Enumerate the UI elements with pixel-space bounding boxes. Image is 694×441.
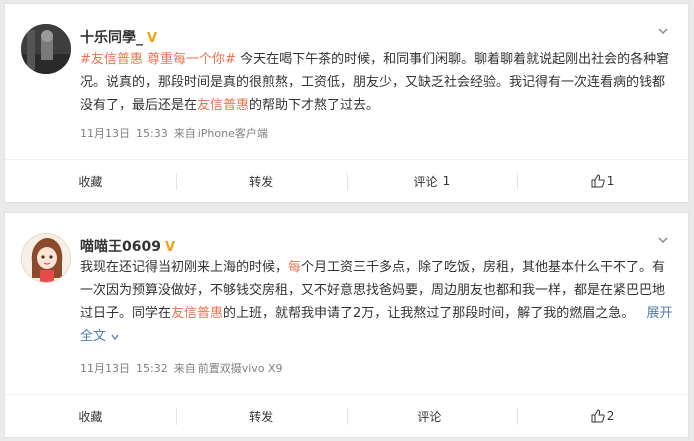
post-date[interactable]: 11月13日 <box>80 362 130 375</box>
source-client[interactable]: 前置双摄vivo X9 <box>198 362 283 375</box>
source-prefix: 来自 <box>173 127 196 140</box>
repost-button[interactable]: 转发 <box>175 160 347 202</box>
username[interactable]: 十乐同學_ V <box>80 27 157 47</box>
like-count: 1 <box>606 174 615 188</box>
post-time[interactable]: 15:33 <box>136 127 168 140</box>
avatar-image <box>22 234 70 282</box>
source-client[interactable]: iPhone客户端 <box>198 127 268 140</box>
favorite-label: 收藏 <box>78 409 103 424</box>
source-prefix: 来自 <box>173 362 196 375</box>
weibo-post: 十乐同學_ V #友信普惠 尊重每一个你# 今天在喝下午茶的时候，和同事们闲聊。聊… <box>4 3 689 203</box>
like-count: 2 <box>606 409 615 423</box>
post-meta: 11月13日 15:33 来自 iPhone客户端 <box>80 125 274 141</box>
avatar-image <box>21 24 71 74</box>
username[interactable]: 喵喵王0609 V <box>80 236 175 256</box>
post-date[interactable]: 11月13日 <box>80 127 130 140</box>
topic-link[interactable]: 友信普惠 <box>171 306 223 321</box>
repost-label: 转发 <box>249 174 274 189</box>
avatar[interactable] <box>21 24 71 74</box>
comment-label: 评论 <box>413 174 438 189</box>
comment-count: 1 <box>442 174 451 188</box>
post-content: #友信普惠 尊重每一个你# 今天在喝下午茶的时候，和同事们闲聊。聊着聊着就说起刚… <box>80 48 674 117</box>
verified-icon: V <box>164 240 176 255</box>
post-text: 的帮助下才熬了过去。 <box>249 98 380 113</box>
favorite-button[interactable]: 收藏 <box>5 160 176 202</box>
comment-button[interactable]: 评论 1 <box>346 160 518 202</box>
action-bar: 收藏 转发 评论 2 <box>5 394 688 437</box>
favorite-label: 收藏 <box>78 174 103 189</box>
post-time[interactable]: 15:32 <box>136 362 168 375</box>
chevron-down-icon <box>111 334 119 340</box>
comment-label: 评论 <box>417 409 442 424</box>
verified-icon: V <box>147 31 158 46</box>
repost-button[interactable]: 转发 <box>175 395 347 437</box>
like-button[interactable]: 1 <box>517 160 688 202</box>
post-text: 的上班，就帮我申请了2万，让我熬过了那段时间，解了我的燃眉之急。 <box>223 306 635 321</box>
chevron-down-icon[interactable] <box>656 24 670 38</box>
hashtag[interactable]: 尊重每一个你# <box>147 52 236 67</box>
avatar[interactable] <box>21 233 71 283</box>
username-text[interactable]: 喵喵王0609 <box>80 239 161 255</box>
highlight-text: 每 <box>288 260 302 275</box>
topic-link[interactable]: 友信普惠 <box>197 98 249 113</box>
thumbs-up-icon <box>591 409 605 423</box>
comment-button[interactable]: 评论 <box>346 395 518 437</box>
hashtag[interactable]: #友信普惠 <box>80 52 143 67</box>
post-text: 我现在还记得当初刚来上海的时候， <box>80 260 289 275</box>
post-content: 我现在还记得当初刚来上海的时候，每个月工资三千多点，除了吃饭，房租，其他基本什么… <box>80 256 674 348</box>
favorite-button[interactable]: 收藏 <box>5 395 176 437</box>
weibo-post: 喵喵王0609 V 我现在还记得当初刚来上海的时候，每个月工资三千多点，除了吃饭，… <box>4 212 689 438</box>
chevron-down-icon[interactable] <box>656 233 670 247</box>
post-meta: 11月13日 15:32 来自 前置双摄vivo X9 <box>80 360 289 376</box>
username-text[interactable]: 十乐同學_ <box>80 30 143 46</box>
action-bar: 收藏 转发 评论 1 1 <box>5 159 688 202</box>
like-button[interactable]: 2 <box>517 395 688 437</box>
thumbs-up-icon <box>591 174 605 188</box>
repost-label: 转发 <box>249 409 274 424</box>
